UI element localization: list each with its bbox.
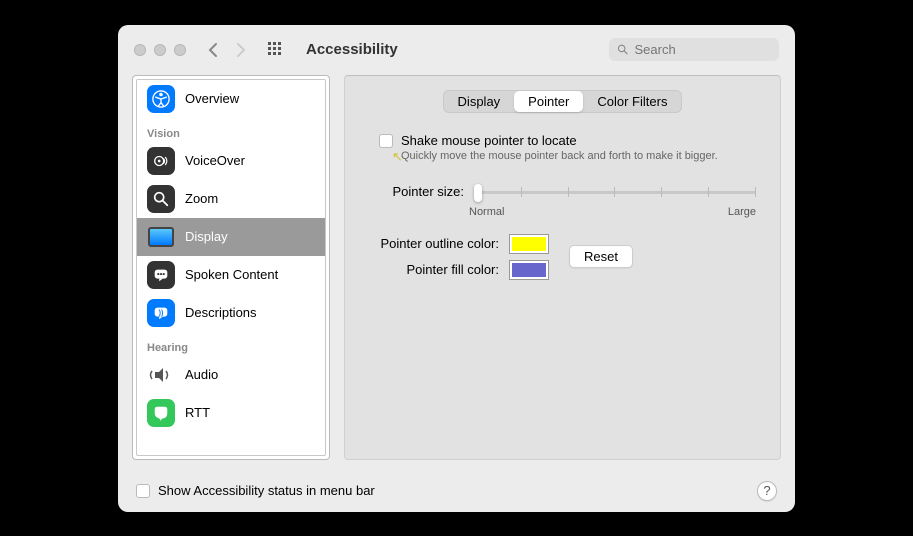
sidebar-scroll[interactable]: Overview Vision VoiceOver Zoom: [136, 79, 326, 456]
fill-color-well[interactable]: [509, 260, 549, 280]
voiceover-icon: [147, 147, 175, 175]
nav-buttons: [206, 42, 248, 58]
outline-color-well[interactable]: [509, 234, 549, 254]
preferences-window: Accessibility Overview Vision: [118, 25, 795, 512]
sidebar-item-descriptions[interactable]: )) Descriptions: [137, 294, 325, 332]
sidebar-section-vision: Vision: [137, 118, 325, 142]
pointer-size-max: Large: [728, 206, 756, 218]
sidebar: Overview Vision VoiceOver Zoom: [132, 75, 330, 460]
shake-pointer-description: Quickly move the mouse pointer back and …: [401, 150, 718, 162]
svg-text:)): )): [159, 307, 164, 316]
help-button[interactable]: ?: [757, 481, 777, 501]
content-area: Overview Vision VoiceOver Zoom: [118, 75, 795, 470]
accessibility-icon: [147, 85, 175, 113]
status-menubar-checkbox[interactable]: [136, 484, 150, 498]
forward-icon[interactable]: [234, 42, 248, 58]
back-icon[interactable]: [206, 42, 220, 58]
sidebar-item-label: Spoken Content: [185, 267, 278, 282]
footer: Show Accessibility status in menu bar ?: [118, 470, 795, 512]
reset-button[interactable]: Reset: [569, 245, 633, 268]
cursor-icon: ↖: [392, 149, 403, 165]
outline-color-label: Pointer outline color:: [369, 236, 499, 251]
descriptions-icon: )): [147, 299, 175, 327]
search-input[interactable]: [635, 42, 771, 57]
sidebar-item-rtt[interactable]: RTT: [137, 394, 325, 432]
sidebar-item-zoom[interactable]: Zoom: [137, 180, 325, 218]
sidebar-item-label: RTT: [185, 405, 210, 420]
shake-pointer-checkbox[interactable]: [379, 134, 393, 148]
main-panel: Display Pointer Color Filters Shake mous…: [344, 75, 781, 460]
spoken-content-icon: [147, 261, 175, 289]
traffic-lights: [134, 44, 186, 56]
sidebar-item-voiceover[interactable]: VoiceOver: [137, 142, 325, 180]
pointer-size-slider[interactable]: [474, 182, 756, 202]
status-menubar-label: Show Accessibility status in menu bar: [158, 483, 375, 498]
fill-color-label: Pointer fill color:: [369, 262, 499, 277]
tab-color-filters[interactable]: Color Filters: [583, 91, 681, 112]
sidebar-item-display[interactable]: Display: [137, 218, 325, 256]
sidebar-section-hearing: Hearing: [137, 332, 325, 356]
sidebar-item-audio[interactable]: Audio: [137, 356, 325, 394]
display-icon: [147, 223, 175, 251]
sidebar-item-label: Descriptions: [185, 305, 257, 320]
minimize-window-button[interactable]: [154, 44, 166, 56]
zoom-icon: [147, 185, 175, 213]
sidebar-item-label: Zoom: [185, 191, 218, 206]
rtt-icon: [147, 399, 175, 427]
titlebar: Accessibility: [118, 25, 795, 75]
tab-display[interactable]: Display: [444, 91, 515, 112]
sidebar-item-label: Display: [185, 229, 228, 244]
pointer-color-rows: Pointer outline color: Reset Pointer fil…: [369, 234, 756, 280]
close-window-button[interactable]: [134, 44, 146, 56]
shake-pointer-row: Shake mouse pointer to locate Quickly mo…: [379, 133, 756, 162]
sidebar-item-label: Audio: [185, 367, 218, 382]
pointer-size-scale: Normal Large: [469, 206, 756, 218]
sidebar-item-overview[interactable]: Overview: [137, 80, 325, 118]
tab-pointer[interactable]: Pointer: [514, 91, 583, 112]
show-all-button[interactable]: [268, 42, 284, 58]
audio-icon: [147, 361, 175, 389]
pointer-size-label: Pointer size:: [389, 184, 464, 199]
pointer-size-min: Normal: [469, 206, 504, 218]
tab-bar: Display Pointer Color Filters: [369, 90, 756, 113]
shake-pointer-label: Shake mouse pointer to locate: [401, 133, 718, 148]
pointer-size-row: Pointer size:: [389, 182, 756, 202]
sidebar-item-label: Overview: [185, 91, 239, 106]
search-icon: [617, 43, 629, 56]
search-field[interactable]: [609, 38, 779, 61]
window-title: Accessibility: [306, 41, 601, 58]
sidebar-item-label: VoiceOver: [185, 153, 245, 168]
zoom-window-button[interactable]: [174, 44, 186, 56]
sidebar-item-spoken-content[interactable]: Spoken Content: [137, 256, 325, 294]
